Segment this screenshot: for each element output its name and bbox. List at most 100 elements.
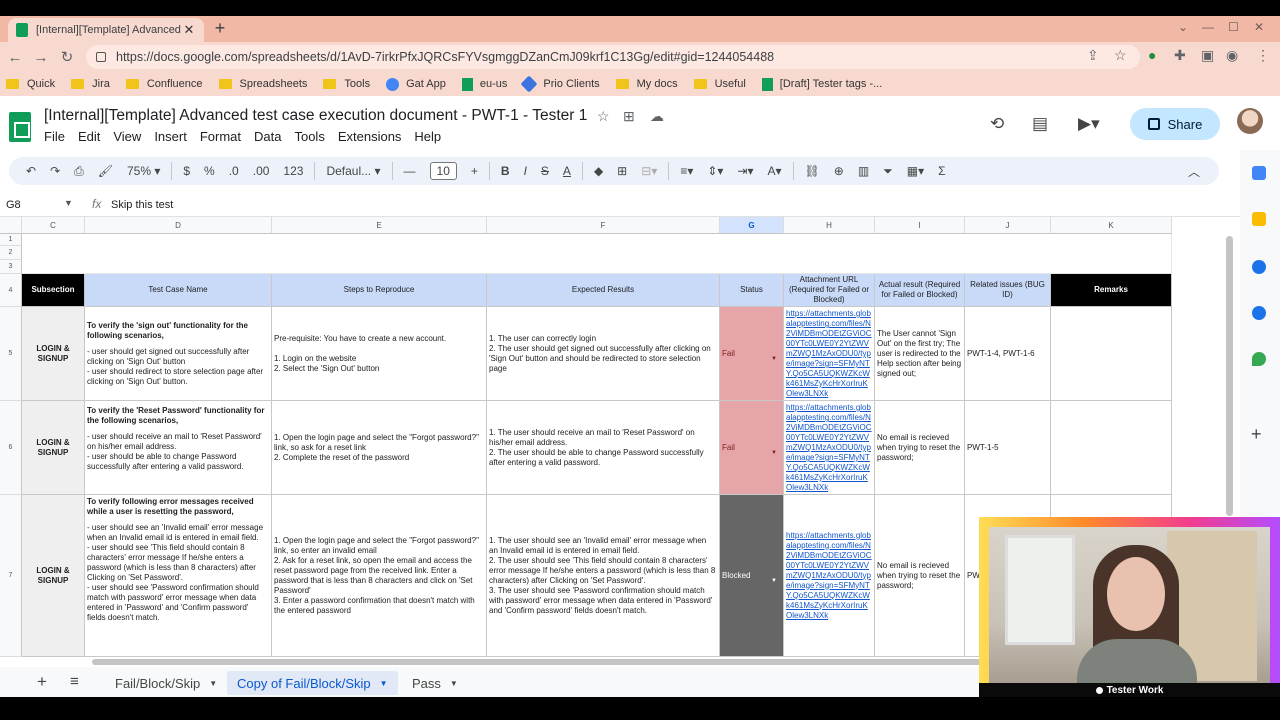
sheet-tab-pass[interactable]: Pass ▼ bbox=[402, 671, 468, 695]
header-remarks[interactable]: Remarks bbox=[1051, 274, 1172, 307]
row-header[interactable]: 4 bbox=[0, 274, 22, 307]
maximize-icon[interactable]: ☐ bbox=[1228, 20, 1239, 34]
table-cell-subsection[interactable]: LOGIN & SIGNUP bbox=[22, 495, 85, 657]
table-cell-test-case[interactable]: To verify the 'Reset Password' functiona… bbox=[85, 401, 272, 495]
browser-tab[interactable]: [Internal][Template] Advanced te ✕ bbox=[8, 18, 204, 42]
zoom-select[interactable]: 75% ▾ bbox=[120, 164, 167, 178]
bookmark-spreadsheets[interactable]: Spreadsheets bbox=[218, 78, 307, 90]
filter-icon[interactable]: ⏷ bbox=[876, 164, 900, 179]
table-cell-actual[interactable]: No email is recieved when trying to rese… bbox=[875, 495, 965, 657]
header-actual-result[interactable]: Actual result (Required for Failed or Bl… bbox=[875, 274, 965, 307]
bookmark-tools[interactable]: Tools bbox=[323, 78, 370, 90]
merge-icon[interactable]: ⊟▾ bbox=[634, 164, 664, 178]
table-cell-related[interactable]: PWT-1-5 bbox=[965, 401, 1051, 495]
column-header-d[interactable]: D bbox=[85, 217, 272, 234]
vertical-scrollbar[interactable] bbox=[1226, 236, 1233, 516]
new-tab-icon[interactable]: + bbox=[210, 18, 230, 39]
extensions-icon[interactable]: ✚ bbox=[1174, 47, 1186, 64]
bookmark-confluence[interactable]: Confluence bbox=[125, 78, 203, 90]
column-header-e[interactable]: E bbox=[272, 217, 487, 234]
sheet-tab-copy-fail-block-skip[interactable]: Copy of Fail/Block/Skip ▼ bbox=[227, 671, 398, 695]
row-header[interactable]: 6 bbox=[0, 401, 22, 495]
sheet-tab-fail-block-skip[interactable]: Fail/Block/Skip ▼ bbox=[105, 671, 227, 695]
header-status[interactable]: Status bbox=[720, 274, 784, 307]
print-icon[interactable]: ⎙ bbox=[67, 164, 91, 179]
font-size-input[interactable]: 10 bbox=[429, 162, 457, 180]
bookmark-prio-clients[interactable]: Prio Clients bbox=[520, 75, 600, 93]
close-tab-icon[interactable]: ✕ bbox=[182, 22, 196, 38]
table-cell-attachment[interactable]: https://attachments.globalapptesting.com… bbox=[784, 495, 875, 657]
header-related-issues[interactable]: Related issues (BUG ID) bbox=[965, 274, 1051, 307]
column-header-i[interactable]: I bbox=[875, 217, 965, 234]
bookmark-useful[interactable]: Useful bbox=[693, 78, 746, 90]
chrome-menu-icon[interactable]: ⋮ bbox=[1256, 47, 1270, 64]
text-wrap-icon[interactable]: ⇥▾ bbox=[730, 164, 760, 178]
chevron-down-icon[interactable]: ▼ bbox=[64, 198, 73, 208]
menu-tools[interactable]: Tools bbox=[294, 129, 324, 144]
collapse-toolbar-icon[interactable]: ︿ bbox=[1181, 163, 1207, 180]
header-subsection[interactable]: Subsection bbox=[22, 274, 85, 307]
font-select[interactable]: Defaul... ▾ bbox=[319, 164, 387, 178]
add-sheet-icon[interactable]: + bbox=[37, 672, 47, 692]
paint-format-icon[interactable]: 🖌 bbox=[91, 164, 120, 178]
star-icon[interactable]: ☆ bbox=[597, 108, 610, 125]
column-header-g[interactable]: G bbox=[720, 217, 784, 234]
table-cell-expected[interactable]: 1. The user can correctly login 2. The u… bbox=[487, 307, 720, 401]
align-icon[interactable]: ≡▾ bbox=[673, 164, 700, 178]
window-dropdown-icon[interactable]: ⌄ bbox=[1178, 20, 1188, 34]
menu-help[interactable]: Help bbox=[414, 129, 441, 144]
menu-view[interactable]: View bbox=[113, 129, 141, 144]
link-icon[interactable]: ⛓ bbox=[798, 164, 827, 178]
history-icon[interactable]: ⟲ bbox=[990, 114, 1004, 134]
share-button[interactable]: Share bbox=[1130, 108, 1220, 140]
select-all-corner[interactable] bbox=[0, 217, 22, 234]
row-header[interactable]: 2 bbox=[0, 246, 22, 260]
strikethrough-icon[interactable]: S bbox=[534, 164, 556, 178]
text-rotation-icon[interactable]: A▾ bbox=[761, 164, 789, 178]
currency-format-button[interactable]: $ bbox=[176, 164, 197, 178]
column-header-j[interactable]: J bbox=[965, 217, 1051, 234]
insert-comment-icon[interactable]: ⊕ bbox=[827, 164, 851, 178]
maps-icon[interactable] bbox=[1252, 352, 1266, 366]
filter-views-icon[interactable]: ▦▾ bbox=[900, 164, 931, 178]
tasks-icon[interactable] bbox=[1252, 260, 1266, 274]
table-cell-steps[interactable]: 1. Open the login page and select the "F… bbox=[272, 401, 487, 495]
forward-icon[interactable]: → bbox=[28, 49, 54, 66]
sheets-logo-icon[interactable] bbox=[9, 112, 31, 142]
row-header[interactable]: 7 bbox=[0, 495, 22, 657]
menu-format[interactable]: Format bbox=[200, 129, 241, 144]
header-test-case-name[interactable]: Test Case Name bbox=[85, 274, 272, 307]
column-header-k[interactable]: K bbox=[1051, 217, 1172, 234]
bookmark-quick[interactable]: Quick bbox=[6, 78, 55, 90]
table-cell-remarks[interactable] bbox=[1051, 307, 1172, 401]
add-addon-icon[interactable]: + bbox=[1251, 424, 1262, 445]
bold-icon[interactable]: B bbox=[494, 164, 517, 178]
lock-icon[interactable] bbox=[96, 52, 106, 62]
row-header[interactable]: 3 bbox=[0, 260, 22, 274]
italic-icon[interactable]: I bbox=[517, 164, 534, 178]
table-cell-attachment[interactable]: https://attachments.globalapptesting.com… bbox=[784, 307, 875, 401]
table-cell-steps[interactable]: 1. Open the login page and select the "F… bbox=[272, 495, 487, 657]
all-sheets-icon[interactable]: ≡ bbox=[70, 673, 79, 690]
star-icon[interactable]: ☆ bbox=[1114, 47, 1127, 64]
minimize-icon[interactable]: — bbox=[1202, 20, 1214, 34]
increase-font-size-icon[interactable]: + bbox=[464, 164, 485, 178]
name-box[interactable]: G8 bbox=[6, 199, 21, 211]
decrease-decimal-button[interactable]: .0 bbox=[222, 164, 246, 178]
menu-insert[interactable]: Insert bbox=[154, 129, 187, 144]
header-steps[interactable]: Steps to Reproduce bbox=[272, 274, 487, 307]
vertical-align-icon[interactable]: ⇕▾ bbox=[700, 164, 730, 178]
cloud-status-icon[interactable]: ☁ bbox=[650, 108, 664, 125]
menu-edit[interactable]: Edit bbox=[78, 129, 100, 144]
bookmark-tester-tags[interactable]: [Draft] Tester tags -... bbox=[761, 77, 882, 91]
fill-color-icon[interactable]: ◆ bbox=[587, 164, 610, 178]
table-cell-actual[interactable]: The User cannot 'Sign Out' on the first … bbox=[875, 307, 965, 401]
chart-icon[interactable]: ▥ bbox=[851, 164, 876, 178]
profile-icon[interactable]: ◉ bbox=[1226, 47, 1238, 64]
table-cell-subsection[interactable]: LOGIN & SIGNUP bbox=[22, 401, 85, 495]
bookmark-jira[interactable]: Jira bbox=[71, 78, 110, 90]
keep-icon[interactable] bbox=[1252, 212, 1266, 226]
column-header-f[interactable]: F bbox=[487, 217, 720, 234]
table-cell-remarks[interactable] bbox=[1051, 401, 1172, 495]
table-cell-related[interactable]: PWT-1-4, PWT-1-6 bbox=[965, 307, 1051, 401]
